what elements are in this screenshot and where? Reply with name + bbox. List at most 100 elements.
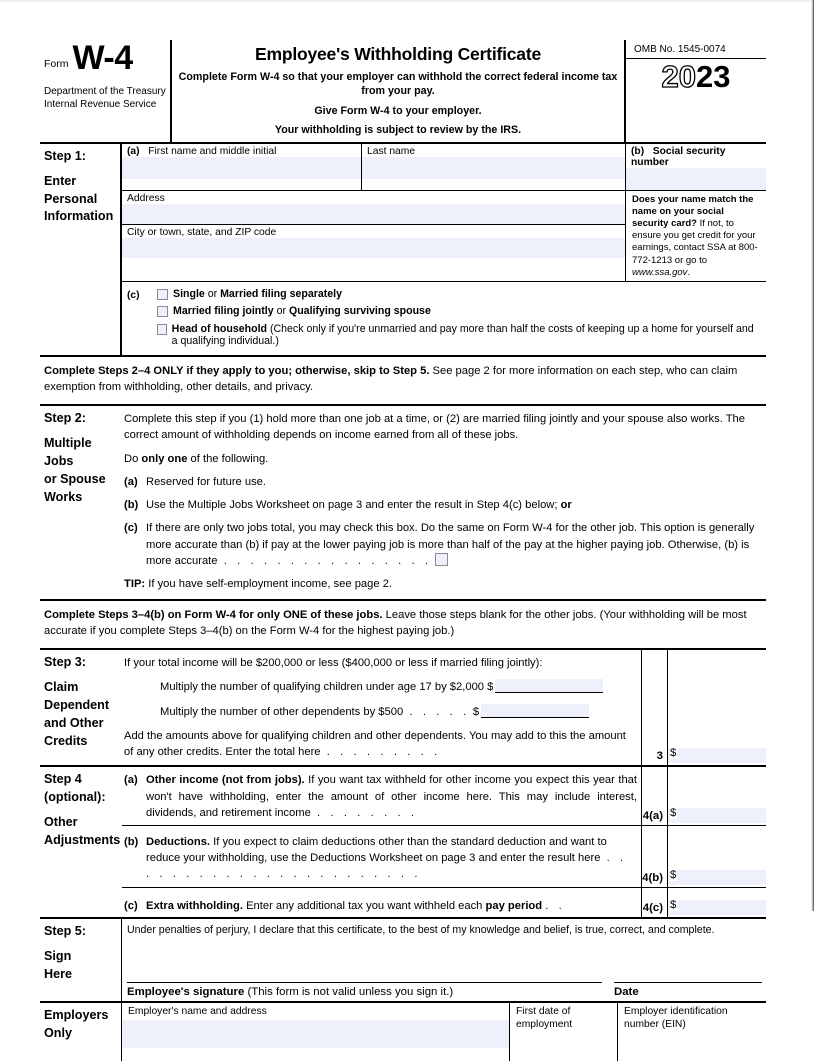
step-3-dependents-dollar: $ [472, 705, 480, 718]
step-5-label-line-2: Sign [44, 948, 72, 963]
filing-status-option-hoh-label: Head of household (Check only if you're … [172, 323, 762, 347]
step-2-do-post: of the following. [187, 452, 269, 465]
step-2-option-a-marker: (a) [124, 475, 138, 488]
checkbox-single-icon[interactable] [157, 288, 168, 300]
step-3-total-line: Add the amounts above for qualifying chi… [124, 728, 637, 760]
ssn-note-end: . [687, 266, 691, 278]
step-4-label: Step 4 (optional): Other Adjustments [40, 767, 122, 917]
step-4c-row: (c) Extra withholding. Enter any additio… [122, 887, 766, 917]
step-4-label-line-2: (optional): [44, 790, 106, 805]
employer-name-address-field[interactable]: Employer's name and address [122, 1002, 510, 1061]
step-2-intro: Complete this step if you (1) hold more … [124, 413, 745, 442]
step-3-body: If your total income will be $200,000 or… [122, 650, 641, 765]
step-4b-amount-input[interactable]: $ [668, 868, 766, 885]
perjury-declaration: Under penalties of perjury, I declare th… [127, 923, 715, 936]
step-1-label-line-4: Information [44, 209, 114, 224]
step-3-children-input[interactable] [495, 679, 604, 694]
signature-date-field[interactable]: Date [614, 981, 762, 998]
ssn-name-match-note: Does your name match the name on your so… [626, 191, 766, 281]
ein-input[interactable] [618, 1032, 766, 1061]
step-3-total-leader-dots: . . . . . . . . . [326, 746, 441, 759]
employers-only-label: Employers Only [40, 1002, 122, 1061]
step-3-line-number-cell: 3 [641, 650, 668, 766]
form-word-label: Form [44, 58, 69, 71]
step-4b-rest: If you expect to claim deductions other … [146, 836, 607, 865]
ssa-website-link[interactable]: www.ssa.gov [632, 267, 687, 278]
checkbox-married-jointly-icon[interactable] [157, 306, 168, 318]
step-4-label-line-3: Other [44, 815, 78, 830]
checkbox-two-jobs-icon[interactable] [434, 552, 448, 566]
ssn-input[interactable] [626, 167, 766, 190]
step-4c-rest: Enter any additional tax you want withhe… [242, 899, 486, 912]
ein-field[interactable]: Employer identification number (EIN) [618, 1003, 766, 1061]
omb-number: OMB No. 1545-0074 [626, 40, 766, 59]
step-2-do-bold: only one [141, 452, 188, 465]
step-4c-marker: (c) [124, 899, 138, 912]
step-4c-amount-input[interactable]: $ [668, 898, 766, 915]
step-3-label-line-5: Credits [44, 733, 88, 748]
ein-label: Employer identification number (EIN) [618, 1003, 766, 1033]
checkbox-head-of-household-icon[interactable] [157, 324, 167, 336]
step-4c-amount-cell[interactable]: $ [668, 888, 766, 917]
first-date-employment-input[interactable] [510, 1032, 617, 1061]
first-date-employment-field[interactable]: First date of employment [510, 1002, 618, 1061]
step-4a-line-number: 4(a) [642, 810, 663, 823]
tax-year-century: 20 [661, 59, 697, 94]
step-3-dependents-text: Multiply the number of other dependents … [160, 705, 404, 718]
step-2-do-one: Do only one of the following. [124, 451, 762, 467]
step-4a-dollar-sign: $ [670, 807, 678, 820]
step-2-label-line-1: Step 2: [44, 411, 86, 426]
step-4c-dollar-sign: $ [670, 898, 678, 911]
step-4c-line-number: 4(c) [642, 901, 663, 914]
step-4b-dollar-sign: $ [670, 868, 678, 881]
step-3-dependents-leader-dots: . . . . . [409, 705, 470, 718]
first-name-input[interactable] [122, 156, 361, 179]
step-3-amount-cell[interactable]: $ [668, 650, 766, 765]
city-state-zip-field[interactable]: City or town, state, and ZIP code [122, 225, 625, 258]
address-field[interactable]: Address [122, 191, 625, 225]
first-name-field[interactable]: (a) First name and middle initial [122, 143, 362, 190]
filing-status-option-joint-label: Married filing jointly or Qualifying sur… [173, 306, 431, 318]
last-name-input[interactable] [362, 156, 625, 179]
step-4b-body: (b) Deductions. If you expect to claim d… [122, 826, 641, 887]
first-date-employment-label: First date of employment [510, 1003, 617, 1033]
filing-status-option-hoh[interactable]: Head of household (Check only if you're … [157, 321, 762, 350]
step-5-label-line-3: Here [44, 966, 73, 981]
step-4a-row: (a) Other income (not from jobs). If you… [122, 767, 766, 827]
employer-name-address-input[interactable] [122, 1019, 509, 1048]
step-2-option-c-marker: (c) [124, 522, 138, 535]
ssn-label-text: Social security number [631, 145, 726, 168]
step-4-label-line-1: Step 4 [44, 772, 82, 787]
step-3-dollar-sign: $ [670, 747, 678, 760]
form-number: W-4 [72, 39, 134, 77]
employee-signature-field[interactable]: Employee's signature (This form is not v… [127, 981, 602, 998]
employers-only-label-line-2: Only [44, 1025, 72, 1040]
filing-joint-bold-2: Qualifying surviving spouse [288, 305, 431, 318]
filing-status-option-single[interactable]: Single or Married filing separately [157, 286, 762, 304]
step-2-tip-bold: TIP: [124, 578, 146, 591]
step-4b-amount-cell[interactable]: $ [668, 826, 766, 887]
step-4c-line-number-cell: 4(c) [641, 887, 668, 917]
tax-year: 2023 [626, 59, 766, 96]
step-3-dependents-input[interactable] [481, 703, 590, 718]
step-5-section: Step 5: Sign Here Under penalties of per… [40, 918, 766, 1003]
step-4a-amount-cell[interactable]: $ [668, 767, 766, 825]
step-2-option-b: (b) Use the Multiple Jobs Worksheet on p… [124, 497, 762, 513]
step-4a-amount-input[interactable]: $ [668, 807, 766, 824]
step-4a-item: (a) Other income (not from jobs). If you… [124, 772, 637, 821]
step-3-children-line: Multiply the number of qualifying childr… [124, 679, 637, 695]
step-4b-marker: (b) [124, 836, 139, 849]
ssn-field[interactable]: (b) Social security number [626, 144, 766, 190]
address-input[interactable] [122, 203, 625, 224]
step-2-label-line-3: or Spouse [44, 471, 106, 486]
city-state-zip-input[interactable] [122, 237, 625, 258]
steps-3-4b-notice-bold: Complete Steps 3–4(b) on Form W-4 for on… [44, 609, 383, 622]
step-3-amount-input[interactable]: $ [668, 747, 766, 764]
last-name-field[interactable]: Last name [362, 143, 626, 190]
filing-status-option-single-label: Single or Married filing separately [173, 288, 342, 301]
steps-3-4b-notice: Complete Steps 3–4(b) on Form W-4 for on… [40, 601, 766, 651]
filing-status-option-joint[interactable]: Married filing jointly or Qualifying sur… [157, 303, 762, 321]
address-label: Address [127, 192, 165, 204]
step-4b-line-number-cell: 4(b) [641, 826, 668, 887]
step-3-label-line-1: Step 3: [44, 655, 86, 670]
